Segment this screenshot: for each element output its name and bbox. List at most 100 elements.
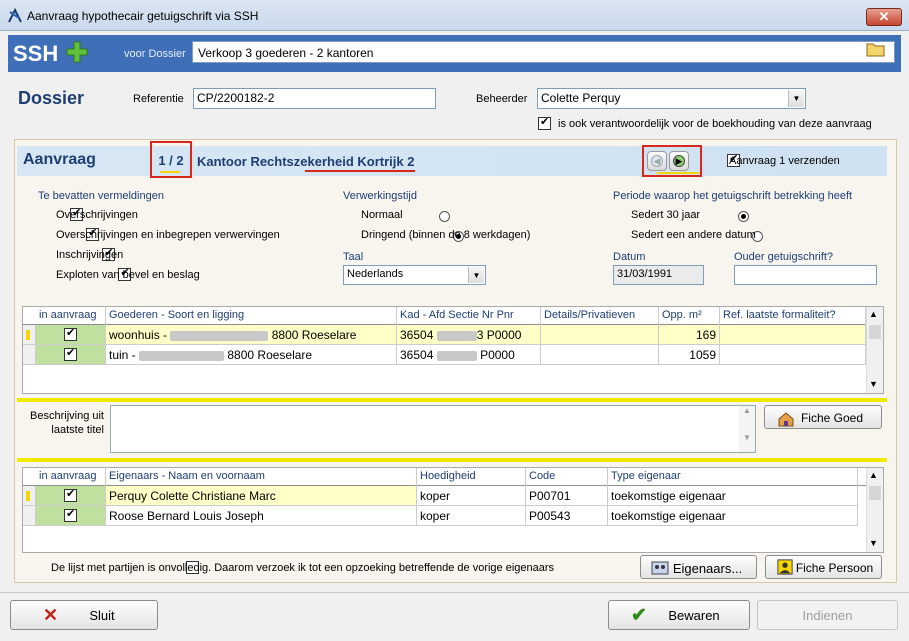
beheerder-value: Colette Perquy	[541, 91, 621, 105]
table-row[interactable]: tuin - 8800 Roeselare 36504 P0000 1059	[23, 345, 866, 365]
eigenaar-naam: Roose Bernard Louis Joseph	[106, 506, 417, 526]
goed-soort: tuin -	[109, 348, 136, 362]
beheerder-select[interactable]: Colette Perquy ▼	[537, 88, 806, 109]
column-header[interactable]: Code	[526, 468, 608, 486]
radio-label: Normaal	[361, 209, 403, 221]
bewaren-label: Bewaren	[668, 608, 720, 623]
vermelding-label: Overschrijvingen en inbegrepen verwervin…	[56, 229, 280, 241]
taal-select[interactable]: Nederlands ▼	[343, 265, 486, 285]
eigenaar-hoedigheid: koper	[417, 486, 526, 506]
textarea-scrollbar[interactable]: ▲ ▼	[739, 406, 755, 452]
chevron-up-icon[interactable]: ▲	[869, 470, 878, 480]
voor-dossier-label: voor Dossier	[124, 48, 186, 60]
column-header[interactable]: Ref. laatste formaliteit?	[720, 307, 866, 325]
eigenaars-button[interactable]: Eigenaars...	[640, 555, 757, 579]
taal-label: Taal	[343, 251, 364, 263]
house-icon	[778, 412, 794, 427]
arrow-right-icon: ▶	[673, 155, 685, 167]
sluit-button[interactable]: ✕ Sluit	[10, 600, 158, 630]
row-checkbox[interactable]	[64, 326, 77, 341]
column-header[interactable]: Eigenaars - Naam en voornaam	[106, 468, 417, 486]
eigenaar-hoedigheid: koper	[417, 506, 526, 526]
row-checkbox[interactable]	[64, 487, 77, 502]
plus-icon	[66, 41, 88, 63]
next-button[interactable]: ▶	[669, 151, 689, 171]
goed-postcode: 8800 Roeselare	[227, 348, 313, 362]
verzenden-label: Aanvraag 1 verzenden	[729, 155, 840, 167]
beheerder-label: Beheerder	[476, 93, 528, 105]
referentie-label: Referentie	[133, 93, 184, 105]
checkmark-icon: ✔	[631, 605, 647, 626]
kad-a: 36504	[400, 348, 434, 362]
beschrijving-textarea[interactable]: ▲ ▼	[110, 405, 756, 453]
eigenaar-naam: Perquy Colette Christiane Marc	[106, 486, 417, 506]
vermelding-label: Exploten van bevel en beslag	[56, 269, 200, 281]
row-checkbox[interactable]	[64, 507, 77, 522]
indienen-button: Indienen	[757, 600, 898, 630]
referentie-input[interactable]: CP/2200182-2	[193, 88, 436, 109]
fiche-goed-label: Fiche Goed	[800, 411, 864, 425]
chevron-down-icon[interactable]: ▼	[468, 267, 484, 283]
boekhouding-checkbox[interactable]	[538, 115, 551, 130]
goed-postcode: 8800 Roeselare	[271, 328, 357, 342]
column-header[interactable]: Opp. m²	[659, 307, 720, 325]
goederen-scrollbar[interactable]: ▲ ▼	[866, 307, 883, 393]
column-header[interactable]: Details/Privatieven	[541, 307, 659, 325]
ouder-input[interactable]	[734, 265, 877, 285]
eigenaars-label: Eigenaars...	[672, 561, 743, 576]
datum-label: Datum	[613, 251, 646, 263]
periode-title: Periode waarop het getuigschrift betrekk…	[613, 190, 853, 202]
ssh-header: SSH voor Dossier Verkoop 3 goederen - 2 …	[8, 35, 901, 72]
title-bar: Aanvraag hypothecair getuigschrift via S…	[0, 0, 909, 31]
column-header[interactable]: Kad - Afd Sectie Nr Pnr	[397, 307, 541, 325]
boekhouding-label: is ook verantwoordelijk voor de boekhoud…	[558, 118, 872, 130]
chevron-up-icon[interactable]: ▲	[869, 309, 878, 319]
fiche-goed-button[interactable]: Fiche Goed	[764, 405, 882, 429]
row-checkbox[interactable]	[64, 346, 77, 361]
table-row[interactable]: Perquy Colette Christiane Marc koper P00…	[23, 486, 866, 506]
taal-value: Nederlands	[347, 268, 404, 280]
datum-field: 31/03/1991	[613, 265, 704, 285]
eigenaar-code: P00701	[526, 486, 608, 506]
column-header[interactable]: Hoedigheid	[417, 468, 526, 486]
vermelding-label: Overschrijvingen	[56, 209, 138, 221]
arrow-left-icon: ◀	[651, 155, 663, 167]
kad-b: P0000	[480, 348, 515, 362]
goederen-grid: in aanvraag Goederen - Soort en ligging …	[22, 306, 884, 394]
goed-soort: woonhuis -	[109, 328, 168, 342]
radio-label: Sedert 30 jaar	[631, 209, 701, 221]
folder-icon[interactable]	[866, 41, 885, 57]
eigenaars-scrollbar[interactable]: ▲ ▼	[866, 468, 883, 552]
verwerkingstijd-title: Verwerkingstijd	[343, 190, 417, 202]
radio-label: Dringend (binnen de 8 werkdagen)	[361, 229, 531, 241]
chevron-down-icon[interactable]: ▼	[869, 379, 878, 389]
sedert30-radio[interactable]	[737, 211, 749, 222]
chevron-down-icon[interactable]: ▼	[869, 538, 878, 548]
vermeldingen-title: Te bevatten vermeldingen	[38, 190, 164, 202]
close-button[interactable]: ✕	[866, 8, 902, 26]
column-header[interactable]: in aanvraag	[36, 307, 106, 325]
column-header[interactable]: in aanvraag	[36, 468, 106, 486]
people-icon	[651, 561, 669, 575]
table-row[interactable]: woonhuis - 8800 Roeselare 36504 3 P0000 …	[23, 325, 866, 345]
radio-label: Sedert een andere datum	[631, 229, 756, 241]
app-icon	[8, 8, 22, 23]
aanvraag-heading: Aanvraag	[23, 151, 96, 168]
bewaren-button[interactable]: ✔ Bewaren	[608, 600, 750, 630]
dossier-field[interactable]: Verkoop 3 goederen - 2 kantoren	[192, 41, 895, 63]
eigenaar-type: toekomstige eigenaar	[608, 506, 858, 526]
chevron-down-icon[interactable]: ▼	[788, 90, 804, 107]
dossier-heading: Dossier	[18, 88, 85, 108]
close-icon: ✕	[43, 605, 59, 625]
eigenaars-grid: in aanvraag Eigenaars - Naam en voornaam…	[22, 467, 884, 553]
kad-a: 36504	[400, 328, 434, 342]
column-header[interactable]: Goederen - Soort en ligging	[106, 307, 397, 325]
aanvraag-counter: 1 / 2	[150, 141, 192, 178]
table-row[interactable]: Roose Bernard Louis Joseph koper P00543 …	[23, 506, 866, 526]
column-header[interactable]: Type eigenaar	[608, 468, 858, 486]
fiche-persoon-button[interactable]: Fiche Persoon	[765, 555, 882, 579]
previous-button[interactable]: ◀	[647, 151, 667, 171]
eigenaars-header: in aanvraag Eigenaars - Naam en voornaam…	[23, 468, 866, 486]
fiche-persoon-label: Fiche Persoon	[795, 561, 874, 575]
vermelding-label: Inschrijvingen	[56, 249, 124, 261]
